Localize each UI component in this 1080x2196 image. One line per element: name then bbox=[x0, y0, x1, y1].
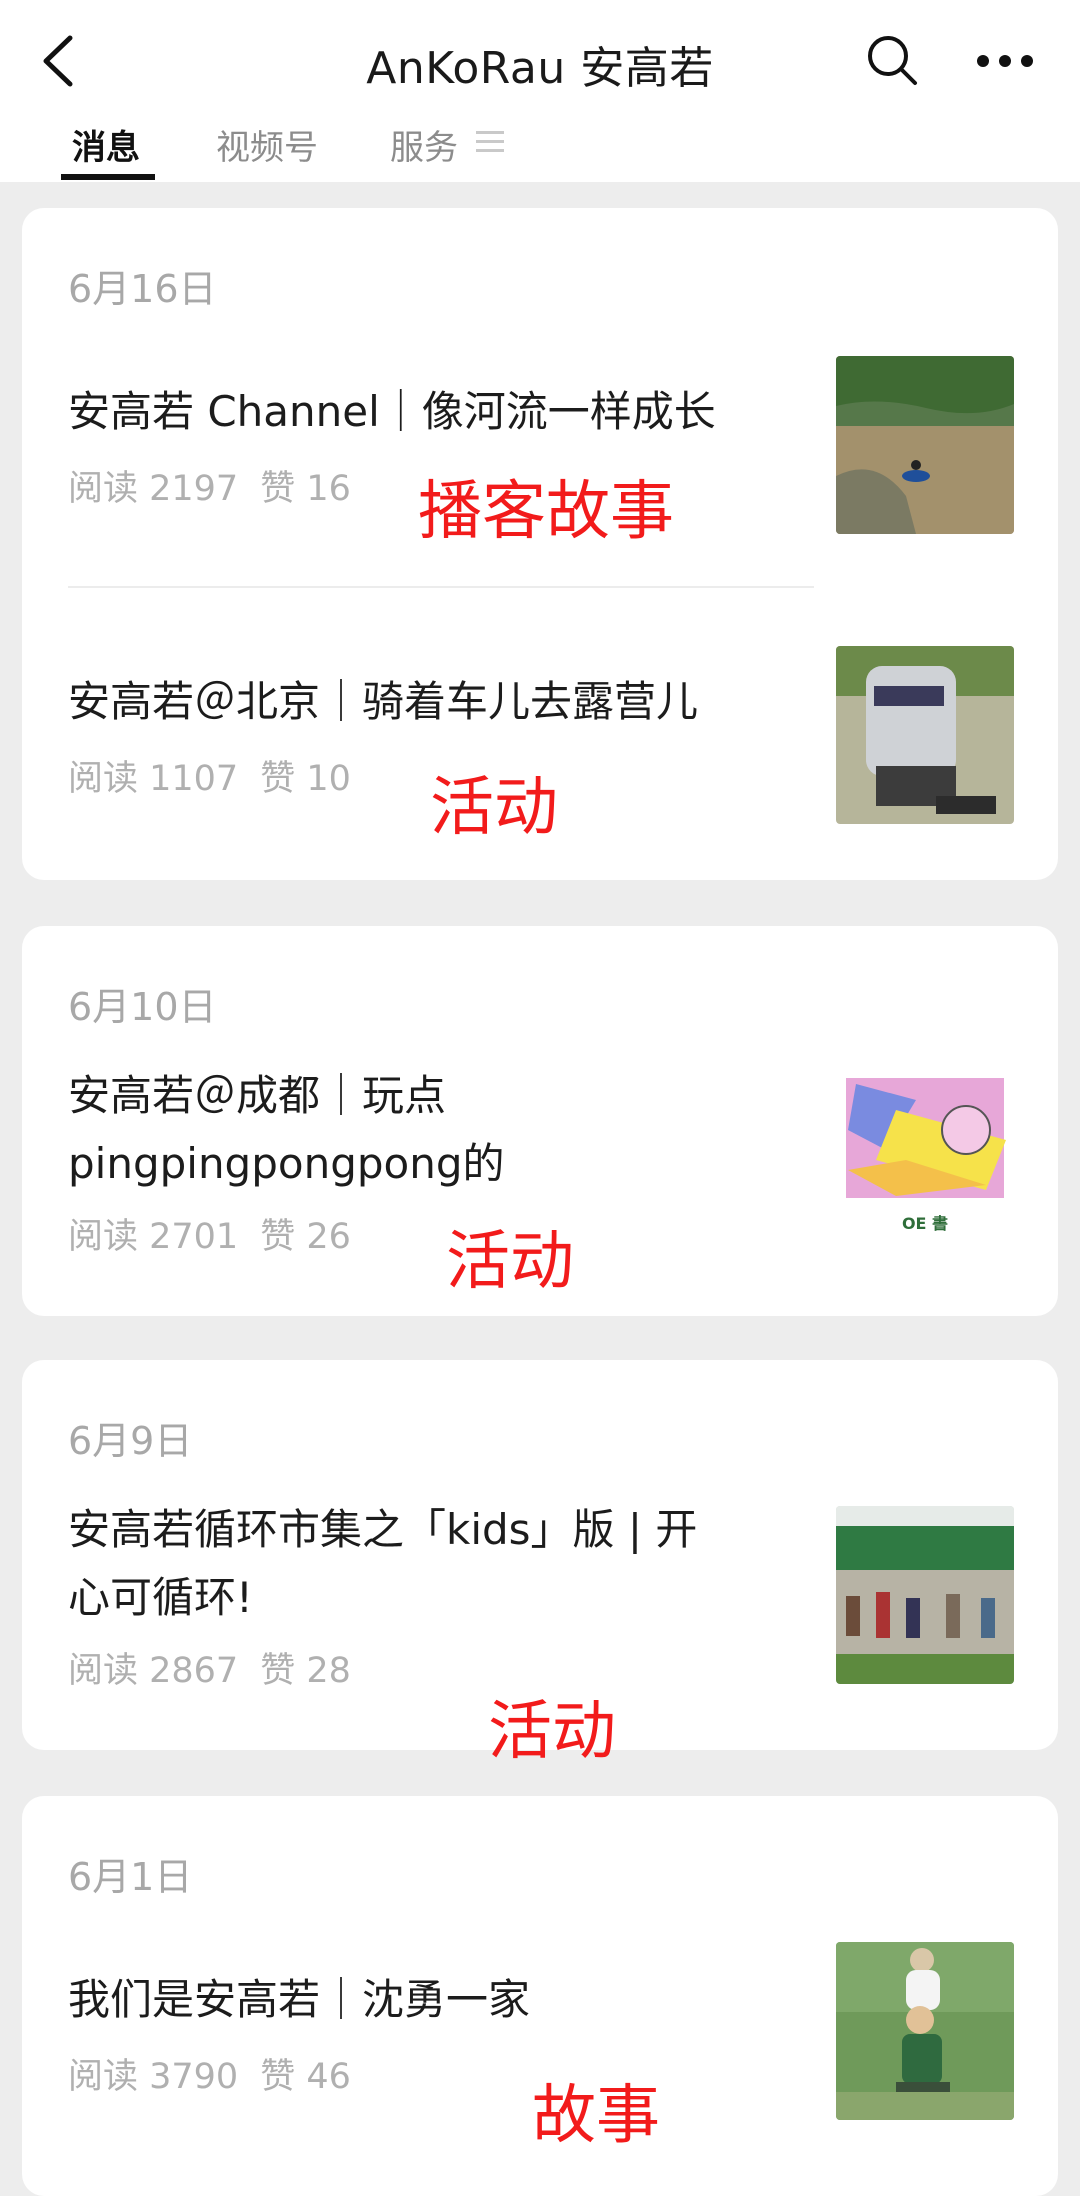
annotation-label: 活动 bbox=[430, 771, 558, 845]
article-stats: 阅读 3790 赞 46 bbox=[68, 2048, 351, 2099]
read-count: 阅读 2701 bbox=[68, 1217, 239, 1257]
divider bbox=[68, 586, 814, 588]
article-title-line: 安高若＠成都｜玩点 bbox=[68, 1071, 447, 1120]
like-count: 赞 46 bbox=[260, 2057, 351, 2097]
tab-messages[interactable]: 消息 bbox=[72, 120, 140, 169]
article-stats: 阅读 2701 赞 26 bbox=[68, 1208, 351, 1259]
annotation-label: 活动 bbox=[446, 1225, 574, 1299]
article-title-line: 安高若循环市集之「kids」版 | 开 bbox=[68, 1505, 698, 1554]
read-count: 阅读 3790 bbox=[68, 2057, 239, 2097]
thumbnail-caption: OE 書 bbox=[901, 1214, 949, 1233]
post-card: 6月16日 安高若 Channel｜像河流一样成长 阅读 2197 赞 16 播客… bbox=[22, 208, 1058, 880]
like-count: 赞 28 bbox=[260, 1651, 351, 1691]
article-thumbnail[interactable] bbox=[836, 1506, 1014, 1684]
post-date: 6月16日 bbox=[68, 267, 217, 311]
like-count: 赞 10 bbox=[260, 759, 351, 799]
article-stats: 阅读 1107 赞 10 bbox=[68, 750, 351, 801]
article-title[interactable]: 安高若循环市集之「kids」版 | 开 心可循环! bbox=[68, 1496, 808, 1632]
more-options-icon[interactable] bbox=[976, 54, 1034, 68]
article-title-line: pingpingpongpong的 bbox=[68, 1139, 505, 1188]
active-tab-indicator bbox=[61, 174, 155, 180]
read-count: 阅读 2197 bbox=[68, 469, 239, 509]
post-card: 6月10日 安高若＠成都｜玩点 pingpingpongpong的 阅读 270… bbox=[22, 926, 1058, 1316]
tab-channels[interactable]: 视频号 bbox=[216, 120, 318, 169]
article-title-line: 心可循环! bbox=[68, 1573, 253, 1622]
article-title[interactable]: 安高若 Channel｜像河流一样成长 bbox=[68, 378, 808, 446]
article-stats: 阅读 2197 赞 16 bbox=[68, 460, 351, 511]
like-count: 赞 26 bbox=[260, 1217, 351, 1257]
article-title[interactable]: 我们是安高若｜沈勇一家 bbox=[68, 1966, 808, 2034]
post-date: 6月9日 bbox=[68, 1419, 193, 1463]
article-thumbnail[interactable]: OE 書 bbox=[836, 1070, 1014, 1248]
article-thumbnail[interactable] bbox=[836, 356, 1014, 534]
read-count: 阅读 1107 bbox=[68, 759, 239, 799]
search-icon[interactable] bbox=[866, 34, 918, 86]
article-title[interactable]: 安高若＠北京｜骑着车儿去露营儿 bbox=[68, 668, 808, 736]
post-card: 6月9日 安高若循环市集之「kids」版 | 开 心可循环! 阅读 2867 赞 … bbox=[22, 1360, 1058, 1769]
article-stats: 阅读 2867 赞 28 bbox=[68, 1642, 351, 1693]
annotation-label: 故事 bbox=[532, 2079, 660, 2153]
top-bar: AnKoRau 安高若 消息 视频号 服务 bbox=[0, 0, 1080, 182]
article-thumbnail[interactable] bbox=[836, 1942, 1014, 2120]
article-title[interactable]: 安高若＠成都｜玩点 pingpingpongpong的 bbox=[68, 1062, 808, 1198]
annotation-label: 播客故事 bbox=[418, 475, 674, 549]
post-date: 6月1日 bbox=[68, 1855, 193, 1899]
article-thumbnail[interactable] bbox=[836, 646, 1014, 824]
account-title: AnKoRau 安高若 bbox=[366, 43, 714, 94]
post-date: 6月10日 bbox=[68, 985, 217, 1029]
menu-icon[interactable] bbox=[476, 130, 504, 154]
post-card: 6月1日 我们是安高若｜沈勇一家 阅读 3790 赞 46 故事 bbox=[22, 1796, 1058, 2196]
annotation-label: 活动 bbox=[488, 1695, 616, 1769]
like-count: 赞 16 bbox=[260, 469, 351, 509]
read-count: 阅读 2867 bbox=[68, 1651, 239, 1691]
tab-services[interactable]: 服务 bbox=[390, 120, 458, 169]
